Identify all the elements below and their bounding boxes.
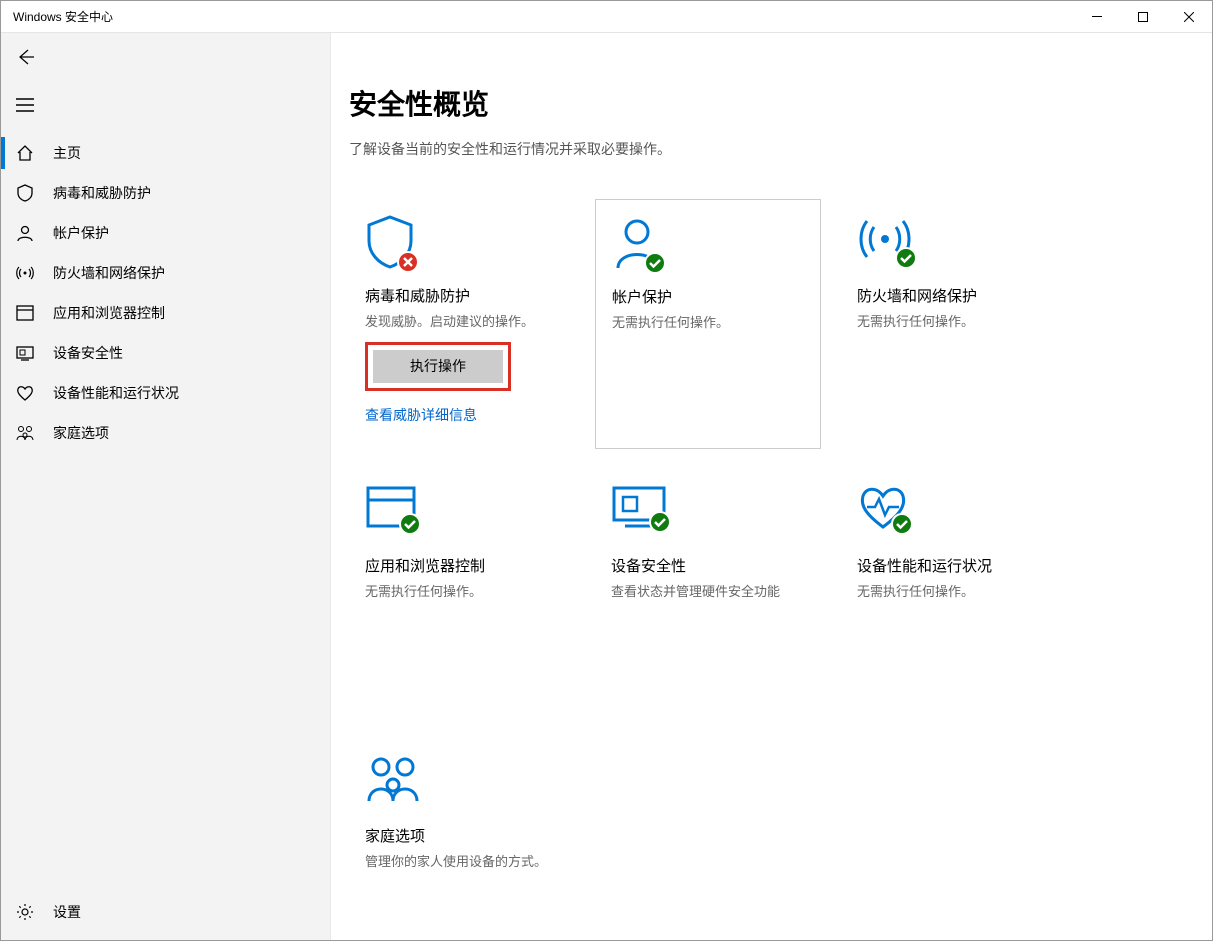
card-title: 防火墙和网络保护	[857, 285, 1051, 306]
sidebar-item-account[interactable]: 帐户保护	[1, 213, 330, 253]
sidebar-item-app-browser[interactable]: 应用和浏览器控制	[1, 293, 330, 333]
radio-icon	[15, 263, 35, 283]
maximize-button[interactable]	[1120, 1, 1166, 32]
sidebar-item-label: 病毒和威胁防护	[53, 183, 151, 203]
browser-icon	[365, 485, 417, 531]
card-title: 设备性能和运行状况	[857, 555, 1051, 576]
ok-badge-icon	[644, 252, 666, 274]
page-subtitle: 了解设备当前的安全性和运行情况并采取必要操作。	[349, 139, 1212, 159]
heart-icon	[15, 383, 35, 403]
window-title: Windows 安全中心	[13, 8, 113, 25]
sidebar-item-family[interactable]: 家庭选项	[1, 413, 330, 453]
card-app-browser[interactable]: 应用和浏览器控制 无需执行任何操作。	[349, 469, 575, 719]
family-icon	[15, 423, 35, 443]
sidebar-item-device-security[interactable]: 设备安全性	[1, 333, 330, 373]
shield-icon	[15, 183, 35, 203]
hamburger-icon	[16, 98, 34, 112]
error-badge-icon	[397, 251, 419, 273]
sidebar-item-label: 帐户保护	[53, 223, 109, 243]
sidebar-item-label: 设备安全性	[53, 343, 123, 363]
highlight-annotation: 执行操作	[365, 342, 511, 391]
gear-icon	[15, 902, 35, 922]
device-icon	[15, 343, 35, 363]
sidebar-item-label: 设置	[53, 902, 81, 922]
sidebar: 主页 病毒和威胁防护 帐户保护 防火墙和网络保护	[1, 33, 331, 940]
card-title: 应用和浏览器控制	[365, 555, 559, 576]
minimize-button[interactable]	[1074, 1, 1120, 32]
sidebar-item-device-health[interactable]: 设备性能和运行状况	[1, 373, 330, 413]
sidebar-item-label: 应用和浏览器控制	[53, 303, 165, 323]
titlebar: Windows 安全中心	[1, 1, 1212, 33]
card-virus[interactable]: 病毒和威胁防护 发现威胁。启动建议的操作。 执行操作 查看威胁详细信息	[349, 199, 575, 449]
card-desc: 无需执行任何操作。	[612, 313, 804, 333]
card-title: 家庭选项	[365, 825, 559, 846]
sidebar-item-label: 主页	[53, 143, 81, 163]
take-action-button[interactable]: 执行操作	[373, 350, 503, 383]
card-firewall[interactable]: 防火墙和网络保护 无需执行任何操作。	[841, 199, 1067, 449]
card-device-security[interactable]: 设备安全性 查看状态并管理硬件安全功能	[595, 469, 821, 719]
sidebar-item-home[interactable]: 主页	[1, 133, 330, 173]
ok-badge-icon	[399, 513, 421, 535]
back-arrow-icon	[16, 48, 34, 66]
sidebar-item-settings[interactable]: 设置	[1, 892, 330, 932]
hamburger-button[interactable]	[1, 81, 49, 129]
content-area: 安全性概览 了解设备当前的安全性和运行情况并采取必要操作。 病毒和威胁防护 发现…	[331, 33, 1212, 940]
person-icon	[15, 223, 35, 243]
home-icon	[15, 143, 35, 163]
ok-badge-icon	[895, 247, 917, 269]
card-desc: 无需执行任何操作。	[365, 582, 559, 602]
card-family[interactable]: 家庭选项 管理你的家人使用设备的方式。	[349, 739, 575, 940]
heart-icon	[857, 485, 909, 531]
card-desc: 发现威胁。启动建议的操作。	[365, 312, 559, 332]
sidebar-item-label: 家庭选项	[53, 423, 109, 443]
family-icon	[365, 755, 421, 805]
sidebar-item-label: 设备性能和运行状况	[53, 383, 179, 403]
card-account[interactable]: 帐户保护 无需执行任何操作。	[595, 199, 821, 449]
card-title: 病毒和威胁防护	[365, 285, 559, 306]
device-icon	[611, 485, 667, 529]
card-desc: 无需执行任何操作。	[857, 312, 1051, 332]
card-title: 帐户保护	[612, 286, 804, 307]
card-device-health[interactable]: 设备性能和运行状况 无需执行任何操作。	[841, 469, 1067, 719]
sidebar-item-label: 防火墙和网络保护	[53, 263, 165, 283]
back-button[interactable]	[1, 33, 49, 81]
card-desc: 管理你的家人使用设备的方式。	[365, 852, 559, 872]
browser-icon	[15, 303, 35, 323]
threat-details-link[interactable]: 查看威胁详细信息	[365, 405, 559, 425]
sidebar-item-virus[interactable]: 病毒和威胁防护	[1, 173, 330, 213]
card-desc: 无需执行任何操作。	[857, 582, 1051, 602]
shield-icon	[365, 215, 415, 269]
card-title: 设备安全性	[611, 555, 805, 576]
close-button[interactable]	[1166, 1, 1212, 32]
ok-badge-icon	[891, 513, 913, 535]
page-title: 安全性概览	[349, 83, 1212, 123]
person-icon	[612, 216, 662, 270]
radio-icon	[857, 215, 913, 265]
card-desc: 查看状态并管理硬件安全功能	[611, 582, 805, 602]
window-controls	[1074, 1, 1212, 32]
ok-badge-icon	[649, 511, 671, 533]
cards-grid: 病毒和威胁防护 发现威胁。启动建议的操作。 执行操作 查看威胁详细信息	[349, 199, 1089, 940]
sidebar-item-firewall[interactable]: 防火墙和网络保护	[1, 253, 330, 293]
